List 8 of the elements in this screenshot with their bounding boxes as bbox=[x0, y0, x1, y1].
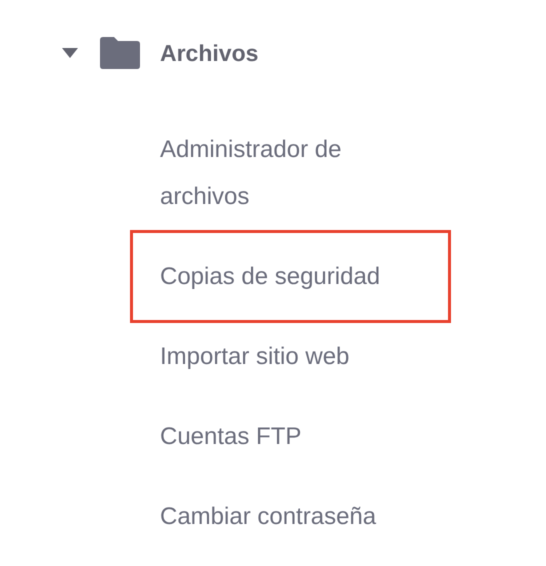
section-title: Archivos bbox=[160, 40, 258, 66]
menu-item[interactable]: Importar sitio web bbox=[160, 333, 410, 380]
menu-item[interactable]: Administrador de archivos bbox=[160, 126, 410, 220]
menu-item[interactable]: Cuentas FTP bbox=[160, 413, 410, 460]
folder-icon bbox=[100, 37, 140, 69]
menu-item[interactable]: Copias de seguridad bbox=[130, 230, 451, 323]
caret-icon[interactable] bbox=[62, 48, 78, 58]
menu-item[interactable]: Cambiar contraseña bbox=[160, 493, 410, 540]
